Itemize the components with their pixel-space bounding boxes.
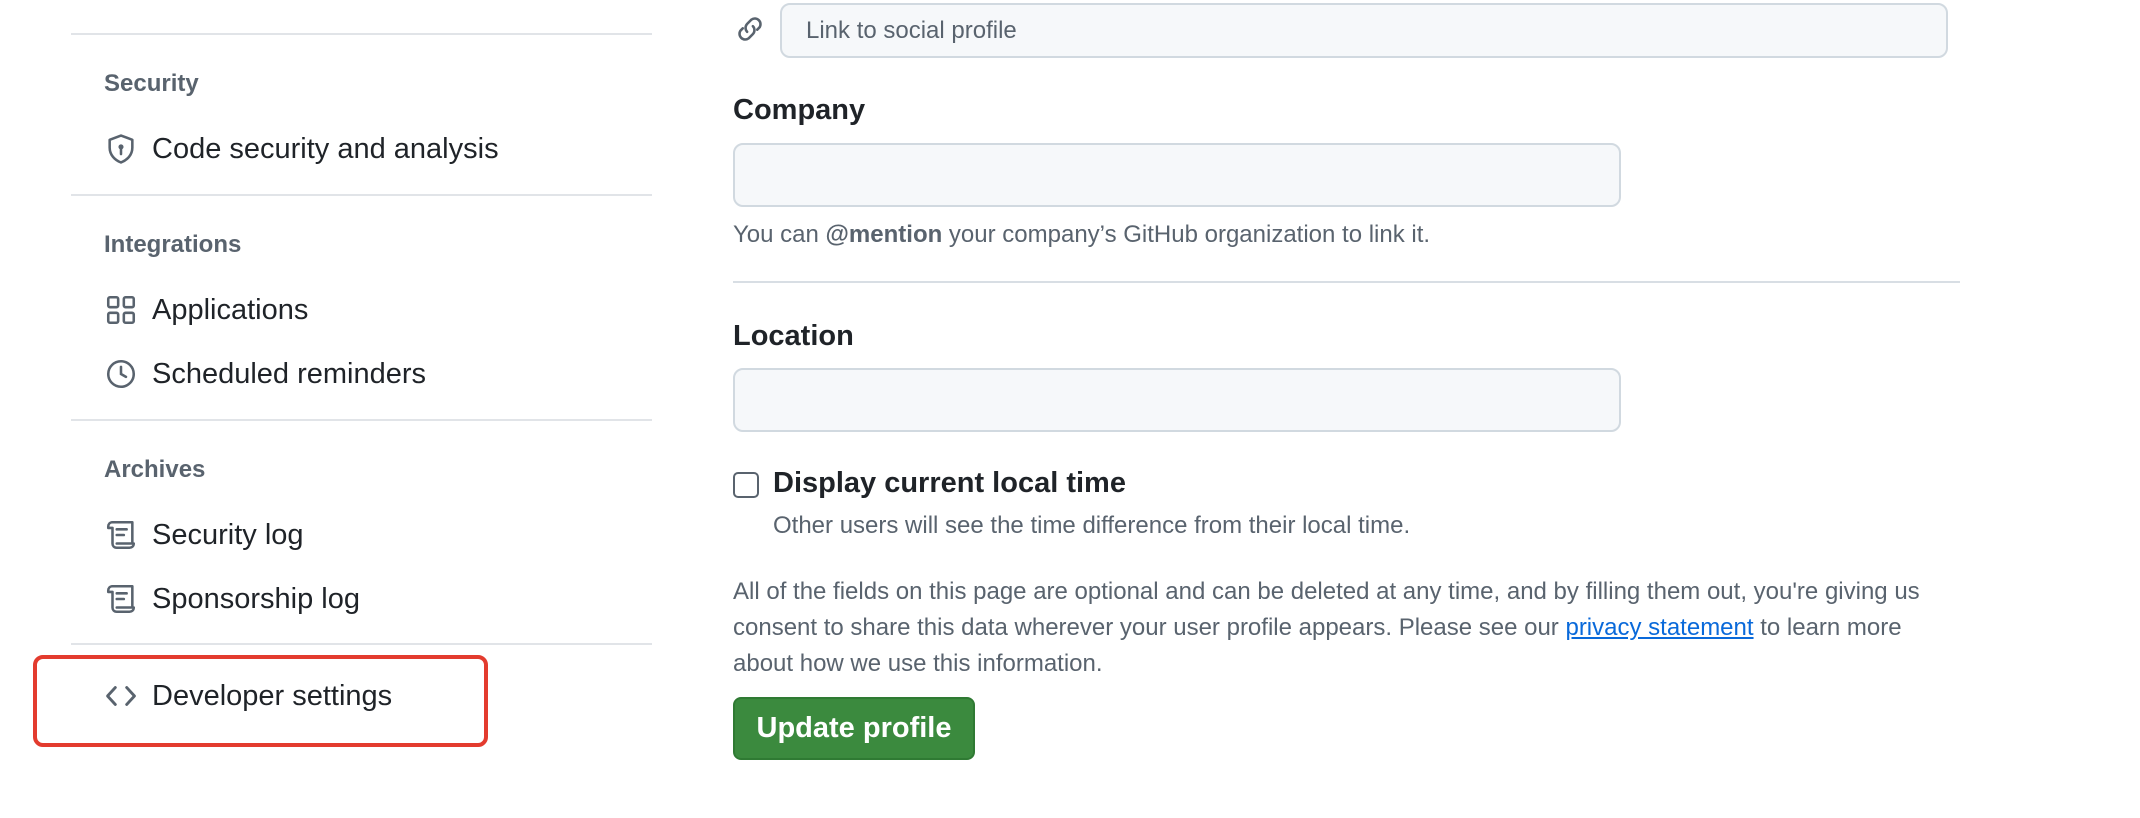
apps-grid-icon [104, 293, 138, 327]
sidebar-item-label: Code security and analysis [152, 132, 499, 165]
local-time-note: Other users will see the time difference… [773, 512, 1411, 539]
sidebar-divider [71, 419, 652, 421]
company-note-mention: @mention [825, 221, 943, 248]
sidebar-divider [71, 194, 652, 196]
profile-form: Company You can @mention your company’s … [733, 0, 1963, 818]
sidebar-item-security-log[interactable]: Security log [104, 513, 304, 557]
company-note-suffix: your company’s GitHub organization to li… [942, 221, 1431, 248]
clock-icon [104, 357, 138, 391]
privacy-statement-link[interactable]: privacy statement [1565, 614, 1753, 641]
link-icon [733, 12, 767, 46]
sidebar-item-label: Security log [152, 518, 304, 551]
company-note: You can @mention your company’s GitHub o… [733, 221, 1430, 249]
sidebar-item-label: Sponsorship log [152, 582, 360, 615]
log-icon [104, 582, 138, 616]
section-title-integrations: Integrations [104, 231, 242, 258]
sidebar-item-applications[interactable]: Applications [104, 288, 308, 332]
section-title-archives: Archives [104, 456, 206, 483]
sidebar-item-sponsorship-log[interactable]: Sponsorship log [104, 577, 360, 621]
company-label: Company [733, 94, 866, 126]
highlight-box [33, 655, 488, 747]
sidebar-item-label: Applications [152, 293, 309, 326]
shield-lock-icon [104, 132, 138, 166]
location-label: Location [733, 320, 854, 352]
company-input[interactable] [733, 143, 1621, 207]
social-profile-input[interactable] [780, 3, 1948, 58]
company-note-prefix: You can [733, 221, 826, 248]
sidebar-divider [71, 643, 652, 645]
section-title-security: Security [104, 70, 199, 97]
log-icon [104, 518, 138, 552]
sidebar-item-code-security[interactable]: Code security and analysis [104, 127, 499, 171]
form-divider [733, 281, 1960, 283]
update-profile-button[interactable]: Update profile [733, 697, 975, 760]
location-input[interactable] [733, 368, 1621, 432]
sidebar-item-scheduled-reminders[interactable]: Scheduled reminders [104, 352, 426, 396]
sidebar-item-label: Scheduled reminders [152, 357, 427, 390]
sidebar-divider [71, 33, 652, 35]
consent-text: All of the fields on this page are optio… [733, 574, 1963, 682]
display-local-time-label: Display current local time [773, 467, 1126, 499]
display-local-time-checkbox[interactable] [733, 472, 759, 498]
